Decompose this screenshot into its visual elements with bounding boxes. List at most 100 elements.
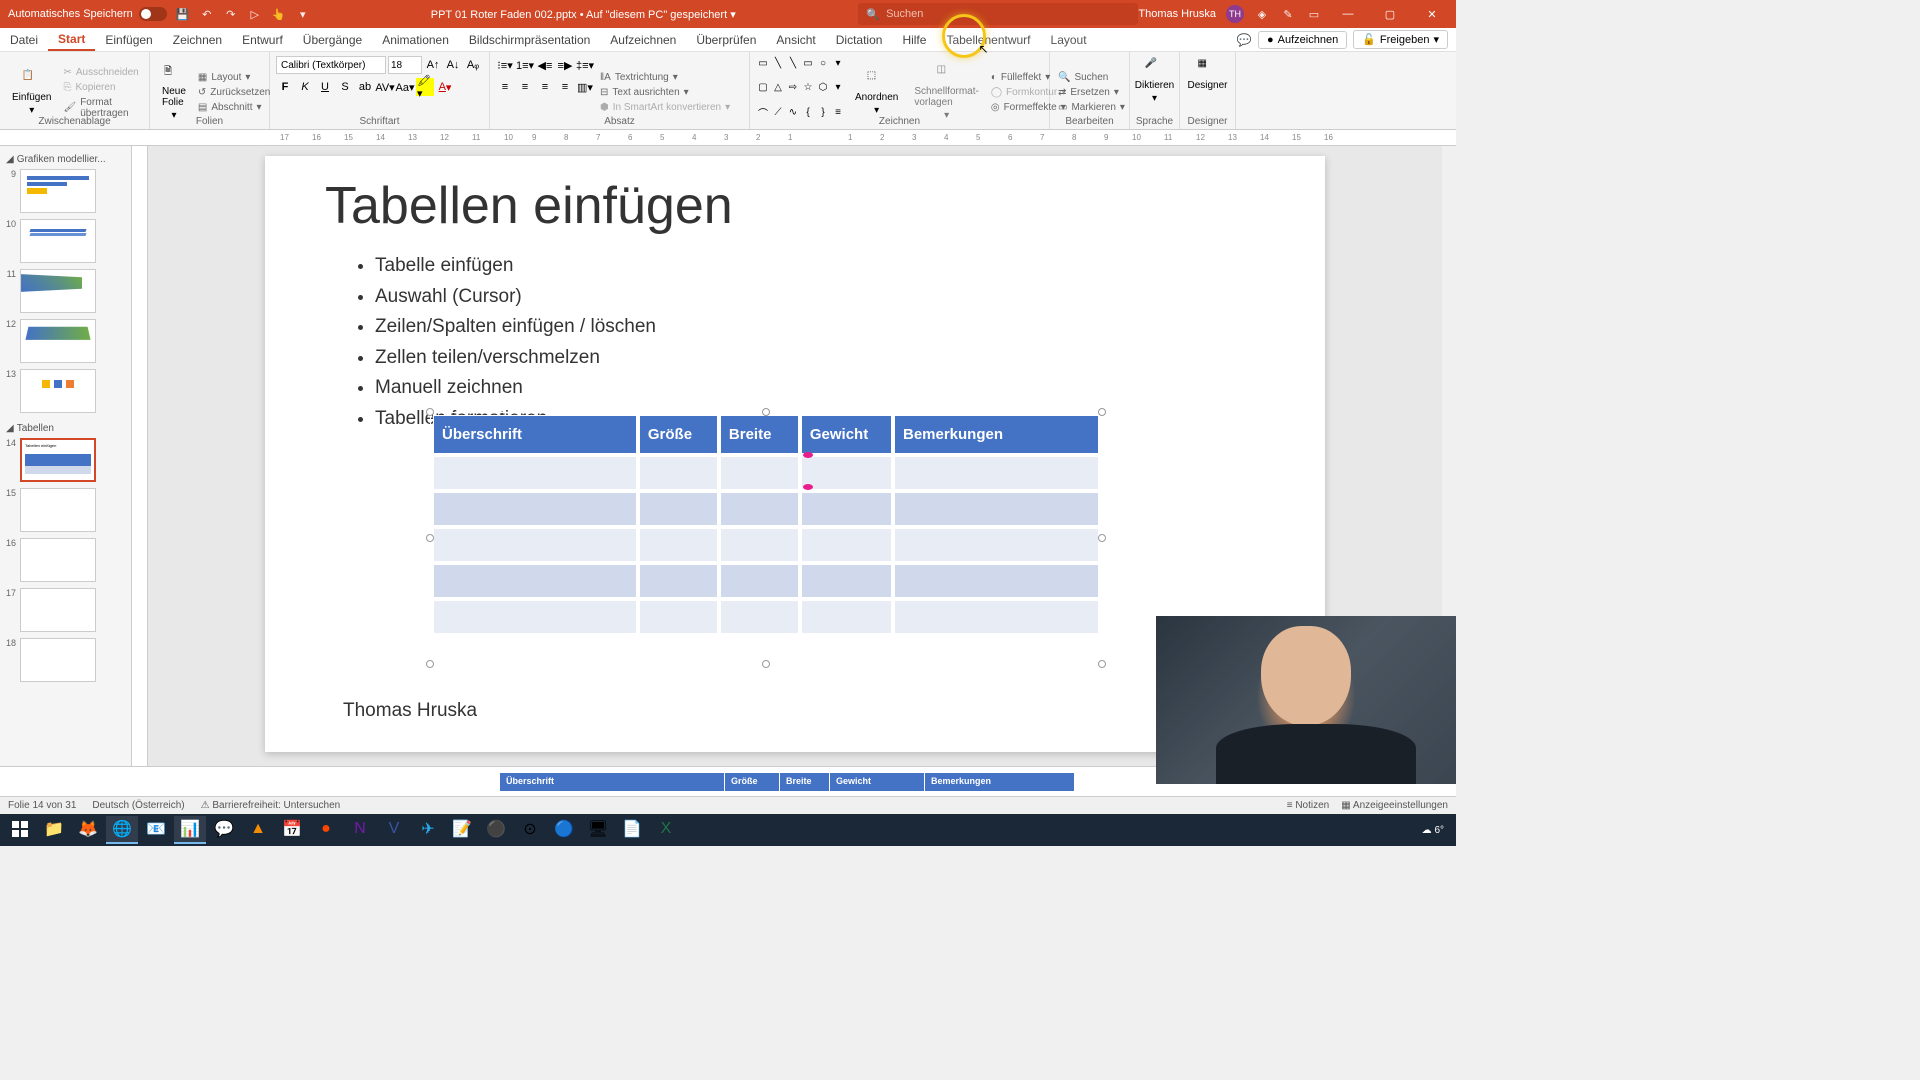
slide-thumbnails[interactable]: ◢ Grafiken modellier... 9 10 11 12 13 ◢ … (0, 146, 132, 766)
touch-mode-icon[interactable]: 👆 (271, 6, 287, 22)
maximize-button[interactable]: ▢ (1374, 0, 1406, 28)
chrome-icon[interactable]: 🌐 (106, 816, 138, 844)
dictate-button[interactable]: 🎤 Diktieren▾ (1136, 56, 1173, 106)
search-input[interactable] (886, 8, 1130, 20)
app-icon-7[interactable]: 🖥 (582, 816, 614, 844)
language-indicator[interactable]: Deutsch (Österreich) (92, 800, 184, 811)
user-name[interactable]: Thomas Hruska (1138, 8, 1216, 20)
find-button[interactable]: 🔍 Suchen (1056, 71, 1127, 84)
record-button[interactable]: ● Aufzeichnen (1258, 31, 1347, 49)
designer-button[interactable]: ▦ Designer (1186, 56, 1229, 93)
minimize-button[interactable]: — (1332, 0, 1364, 28)
italic-button[interactable]: K (296, 78, 314, 96)
decrease-font-icon[interactable]: A↓ (444, 56, 462, 74)
undo-icon[interactable]: ↶ (199, 6, 215, 22)
tab-bildschirm[interactable]: Bildschirmpräsentation (459, 28, 600, 51)
notes-toggle[interactable]: ≡ Notizen (1287, 800, 1330, 811)
ruler-vertical[interactable] (132, 146, 148, 766)
columns-button[interactable]: ▥▾ (576, 78, 594, 96)
app-icon-4[interactable]: 📝 (446, 816, 478, 844)
shape-roundrect-icon[interactable]: ▢ (756, 81, 770, 95)
tab-tabellenentwurf[interactable]: Tabellenentwurf ↖ (936, 28, 1040, 51)
slide-footer[interactable]: Thomas Hruska (343, 700, 477, 722)
shape-hex-icon[interactable]: ⬡ (816, 81, 830, 95)
tab-datei[interactable]: Datei (0, 28, 48, 51)
align-center-button[interactable]: ≡ (516, 78, 534, 96)
shape-star-icon[interactable]: ☆ (801, 81, 815, 95)
shape-line-icon[interactable]: ╲ (771, 56, 785, 70)
thumb-13[interactable] (20, 369, 96, 413)
increase-font-icon[interactable]: A↑ (424, 56, 442, 74)
underline-button[interactable]: U (316, 78, 334, 96)
app-icon-3[interactable]: ● (310, 816, 342, 844)
spacing-button[interactable]: AV▾ (376, 78, 394, 96)
clear-format-icon[interactable]: Aᵩ (464, 56, 482, 74)
thumb-15[interactable] (20, 488, 96, 532)
thumb-16[interactable] (20, 538, 96, 582)
strike-button[interactable]: ab (356, 78, 374, 96)
thumb-10[interactable] (20, 219, 96, 263)
font-size-select[interactable] (388, 56, 422, 74)
reset-button[interactable]: ↺ Zurücksetzen (196, 86, 272, 99)
ruler-horizontal[interactable]: 1716151413121110987654321123456789101112… (0, 130, 1456, 146)
align-right-button[interactable]: ≡ (536, 78, 554, 96)
cut-button[interactable]: ✂ Ausschneiden (61, 66, 143, 79)
weather-widget[interactable]: ☁ 6° (1422, 825, 1444, 836)
shape-more2-icon[interactable]: ▾ (831, 81, 845, 95)
tab-zeichnen[interactable]: Zeichnen (163, 28, 232, 51)
pen-icon[interactable]: ✎ (1280, 6, 1296, 22)
shape-rect-icon[interactable]: ▭ (801, 56, 815, 70)
app-icon-2[interactable]: 📅 (276, 816, 308, 844)
diamond-icon[interactable]: ◈ (1254, 6, 1270, 22)
thumb-18[interactable] (20, 638, 96, 682)
numbering-button[interactable]: 1≡▾ (516, 56, 534, 74)
thumb-12[interactable] (20, 319, 96, 363)
tab-uebergaenge[interactable]: Übergänge (293, 28, 372, 51)
tab-aufzeichnen[interactable]: Aufzeichnen (600, 28, 686, 51)
onenote-icon[interactable]: N (344, 816, 376, 844)
section-button[interactable]: ▤ Abschnitt ▾ (196, 101, 272, 114)
shape-more1-icon[interactable]: ▾ (831, 56, 845, 70)
handle-bl[interactable] (426, 660, 434, 668)
from-beginning-icon[interactable]: ▷ (247, 6, 263, 22)
vlc-icon[interactable]: ▲ (242, 816, 274, 844)
excel-icon[interactable]: X (650, 816, 682, 844)
handle-tr[interactable] (1098, 408, 1106, 416)
align-left-button[interactable]: ≡ (496, 78, 514, 96)
explorer-icon[interactable]: 📁 (38, 816, 70, 844)
tab-entwurf[interactable]: Entwurf (232, 28, 293, 51)
comments-icon[interactable]: 💬 (1236, 32, 1252, 48)
thumb-17[interactable] (20, 588, 96, 632)
shape-oval-icon[interactable]: ○ (816, 56, 830, 70)
user-avatar[interactable]: TH (1226, 5, 1244, 23)
visio-icon[interactable]: V (378, 816, 410, 844)
font-color-button[interactable]: A▾ (436, 78, 454, 96)
handle-tc[interactable] (762, 408, 770, 416)
case-button[interactable]: Aa▾ (396, 78, 414, 96)
tab-ansicht[interactable]: Ansicht (766, 28, 825, 51)
font-name-select[interactable] (276, 56, 386, 74)
tab-ueberpruefen[interactable]: Überprüfen (686, 28, 766, 51)
tab-layout[interactable]: Layout (1041, 28, 1097, 51)
thumb-11[interactable] (20, 269, 96, 313)
slide-table[interactable]: Überschrift Größe Breite Gewicht Bemerku… (430, 412, 1102, 637)
handle-mr[interactable] (1098, 534, 1106, 542)
autosave-toggle[interactable]: Automatisches Speichern (8, 7, 167, 21)
tab-animationen[interactable]: Animationen (372, 28, 459, 51)
telegram-icon[interactable]: ✈ (412, 816, 444, 844)
start-button[interactable] (4, 816, 36, 844)
firefox-icon[interactable]: 🦊 (72, 816, 104, 844)
qat-more-icon[interactable]: ▾ (295, 6, 311, 22)
search-box[interactable]: 🔍 (858, 3, 1138, 25)
highlight-button[interactable]: 🖍▾ (416, 78, 434, 96)
powerpoint-icon[interactable]: 📊 (174, 816, 206, 844)
thumb-9[interactable] (20, 169, 96, 213)
bold-button[interactable]: F (276, 78, 294, 96)
smartart-button[interactable]: ⬢ In SmartArt konvertieren ▾ (598, 101, 732, 114)
justify-button[interactable]: ≡ (556, 78, 574, 96)
shape-line2-icon[interactable]: ╲ (786, 56, 800, 70)
display-settings[interactable]: ▦ Anzeigeeinstellungen (1341, 800, 1448, 811)
handle-bc[interactable] (762, 660, 770, 668)
align-text-button[interactable]: ⊟ Text ausrichten ▾ (598, 86, 732, 99)
line-spacing-button[interactable]: ‡≡▾ (576, 56, 594, 74)
